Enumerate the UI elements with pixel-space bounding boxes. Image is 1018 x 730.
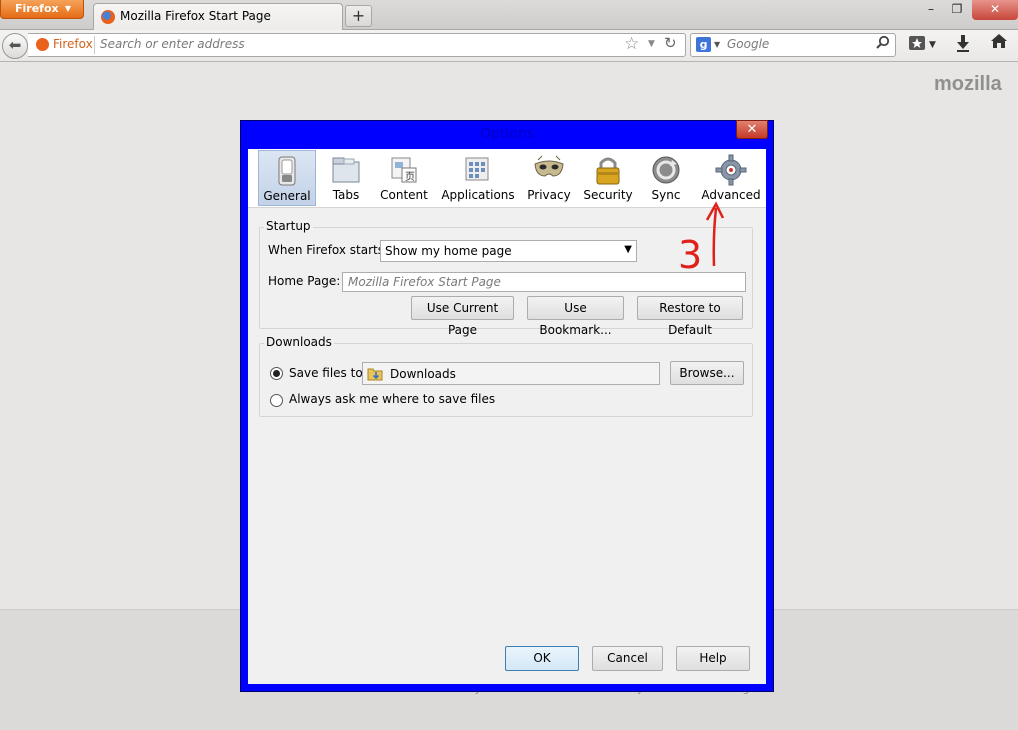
pane-label: Applications (441, 188, 515, 202)
bookmarks-dropdown-icon[interactable]: ▼ (929, 40, 936, 50)
back-button[interactable]: ⬅ (2, 33, 28, 59)
pane-label: Privacy (527, 188, 571, 202)
mozilla-wordmark: mozilla (934, 73, 1002, 95)
folder-icon (367, 368, 383, 381)
window-close-button[interactable]: ✕ (972, 0, 1018, 20)
tabs-icon (332, 157, 360, 183)
home-page-placeholder: Mozilla Firefox Start Page (348, 275, 501, 289)
save-files-radio[interactable] (270, 367, 283, 380)
cancel-button[interactable]: Cancel (592, 646, 663, 671)
search-bar[interactable] (690, 33, 896, 57)
use-current-page-button[interactable]: Use Current Page (411, 296, 514, 337)
general-switch-icon (278, 156, 296, 186)
google-engine-icon[interactable]: g (696, 37, 711, 52)
address-separator (94, 36, 95, 54)
when-starts-select[interactable]: Show my home page ▼ (380, 240, 637, 262)
dialog-close-button[interactable]: ✕ (736, 120, 768, 139)
firefox-menu-label: Firefox (15, 2, 59, 15)
bookmarks-menu-icon[interactable] (908, 35, 926, 55)
when-starts-value: Show my home page (385, 244, 512, 258)
gear-icon (715, 154, 747, 186)
always-ask-label: Always ask me where to save files (289, 392, 496, 406)
reload-icon[interactable]: ↻ (664, 34, 677, 52)
search-input[interactable]: Google (727, 37, 769, 51)
dialog-title: Options (479, 126, 535, 142)
svg-text:页: 页 (405, 171, 415, 183)
pane-content[interactable]: 页 Content (378, 150, 430, 206)
engine-dropdown-icon[interactable]: ▼ (714, 40, 720, 49)
always-ask-radio[interactable] (270, 394, 283, 407)
pane-security[interactable]: Security (582, 150, 634, 206)
restore-default-button[interactable]: Restore to Default (637, 296, 743, 337)
download-folder-field: Downloads (362, 362, 660, 385)
home-icon[interactable] (990, 33, 1008, 54)
browse-button[interactable]: Browse... (670, 361, 744, 385)
when-starts-label: When Firefox starts: (268, 243, 389, 257)
save-files-label: Save files to (289, 366, 363, 380)
download-folder-name: Downloads (390, 367, 456, 381)
applications-icon (465, 157, 489, 181)
pane-label: Content (380, 188, 428, 202)
downloads-group-label: Downloads (264, 335, 334, 349)
minimize-button[interactable]: – (918, 0, 944, 20)
downloads-icon[interactable] (955, 34, 971, 57)
annotation-number: 3 (678, 233, 702, 272)
history-dropdown-icon[interactable]: ▼ (648, 39, 655, 49)
bookmark-star-icon[interactable]: ☆ (624, 34, 639, 54)
maximize-button[interactable]: ❐ (944, 0, 970, 20)
content-icon: 页 (391, 157, 417, 183)
firefox-logo-icon (101, 10, 115, 24)
home-page-label: Home Page: (268, 274, 341, 288)
new-tab-button[interactable]: + (345, 5, 372, 27)
pane-label: Tabs (332, 188, 360, 202)
privacy-mask-icon (534, 155, 564, 177)
pane-label: Security (583, 188, 633, 202)
browser-tab[interactable]: Mozilla Firefox Start Page (93, 3, 343, 30)
sync-icon (652, 156, 680, 184)
back-arrow-icon: ⬅ (8, 36, 22, 54)
identity-label: Firefox (53, 37, 93, 51)
pane-label: General (263, 189, 311, 203)
pane-general[interactable]: General (258, 150, 316, 206)
firefox-menu-button[interactable]: Firefox ▼ (0, 0, 84, 19)
chevron-down-icon: ▼ (624, 244, 632, 255)
address-input[interactable]: Search or enter address (100, 37, 245, 51)
ok-button[interactable]: OK (505, 646, 579, 671)
help-button[interactable]: Help (676, 646, 750, 671)
search-icon[interactable] (876, 35, 890, 53)
tab-title: Mozilla Firefox Start Page (120, 9, 271, 23)
padlock-icon (596, 157, 620, 185)
home-page-input[interactable]: Mozilla Firefox Start Page (342, 272, 746, 292)
pane-tabs[interactable]: Tabs (320, 150, 372, 206)
firefox-identity-icon (36, 38, 49, 51)
pane-privacy[interactable]: Privacy (524, 150, 574, 206)
chevron-down-icon: ▼ (64, 4, 71, 13)
annotation-arrow: 3 (678, 201, 725, 272)
pane-applications[interactable]: Applications (440, 150, 516, 206)
use-bookmark-button[interactable]: Use Bookmark... (527, 296, 624, 337)
startup-group-label: Startup (264, 219, 313, 233)
